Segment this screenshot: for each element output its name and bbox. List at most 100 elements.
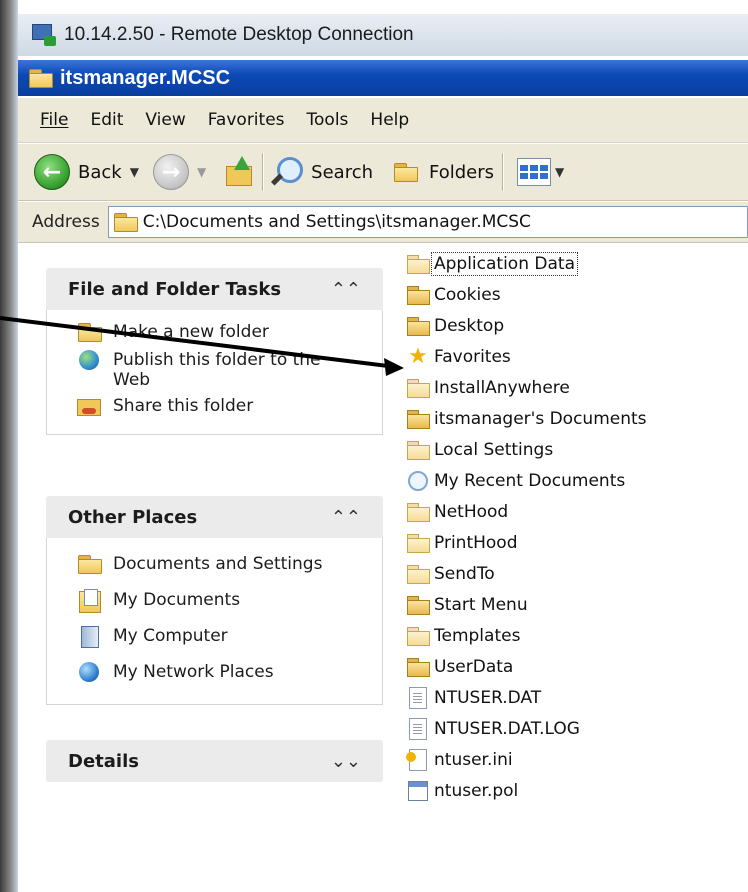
file-name: SendTo [434, 563, 495, 584]
share-folder-icon [77, 396, 103, 418]
remote-desktop-icon [32, 24, 56, 46]
collapse-chevron-icon[interactable]: ⌃⌃ [331, 279, 361, 300]
search-label: Search [311, 161, 374, 183]
list-item[interactable]: Templates [406, 620, 746, 651]
rdp-title-bar[interactable]: 10.14.2.50 - Remote Desktop Connection [18, 14, 748, 56]
file-folder-tasks-panel: File and Folder Tasks ⌃⌃ Make a new fold… [46, 268, 383, 435]
menu-edit[interactable]: Edit [90, 110, 123, 130]
list-item[interactable]: InstallAnywhere [406, 372, 746, 403]
file-name: itsmanager's Documents [434, 408, 647, 429]
back-arrow-icon: ← [34, 154, 70, 190]
file-name: PrintHood [434, 532, 518, 553]
back-button[interactable]: ← Back ▼ [34, 154, 139, 190]
folder-icon [77, 554, 103, 576]
menu-favorites[interactable]: Favorites [208, 110, 285, 130]
list-item[interactable]: UserData [406, 651, 746, 682]
file-name: InstallAnywhere [434, 377, 570, 398]
dat-file-icon [406, 717, 430, 740]
place-label: My Computer [113, 626, 228, 646]
file-name: My Recent Documents [434, 470, 626, 491]
folder-icon [113, 212, 139, 232]
address-field[interactable]: C:\Documents and Settings\itsmanager.MCS… [107, 206, 748, 238]
address-label: Address [32, 212, 100, 232]
folder-icon [406, 594, 430, 616]
place-label: Documents and Settings [113, 554, 323, 574]
place-my-documents[interactable]: My Documents [77, 589, 382, 613]
place-documents-and-settings[interactable]: Documents and Settings [77, 554, 382, 576]
rdp-title-text: 10.14.2.50 - Remote Desktop Connection [64, 24, 414, 45]
list-item[interactable]: NTUSER.DAT [406, 682, 746, 713]
file-name: UserData [434, 656, 514, 677]
list-item[interactable]: ntuser.ini [406, 744, 746, 775]
details-header[interactable]: Details ⌄⌄ [46, 740, 383, 782]
list-item[interactable]: itsmanager's Documents [406, 403, 746, 434]
folders-button[interactable]: Folders [393, 162, 494, 183]
file-name: Favorites [434, 346, 511, 367]
task-share-folder[interactable]: Share this folder [77, 396, 382, 418]
file-name: ntuser.ini [434, 749, 513, 770]
up-folder-icon [224, 156, 254, 188]
list-item[interactable]: Desktop [406, 310, 746, 341]
toolbar-separator [502, 153, 504, 191]
place-my-network-places[interactable]: My Network Places [77, 662, 382, 684]
folder-icon [406, 377, 430, 399]
explorer-title-bar[interactable]: itsmanager.MCSC [18, 60, 748, 96]
other-places-title: Other Places [68, 506, 198, 528]
task-publish-folder-web[interactable]: Publish this folder to the Web [77, 350, 382, 390]
file-folder-tasks-header[interactable]: File and Folder Tasks ⌃⌃ [46, 268, 383, 310]
screenshot-frame: 10.14.2.50 - Remote Desktop Connection i… [0, 0, 748, 892]
folder-icon [406, 315, 430, 337]
menu-tools[interactable]: Tools [307, 110, 349, 130]
list-item[interactable]: ntuser.pol [406, 775, 746, 806]
list-item[interactable]: SendTo [406, 558, 746, 589]
list-item[interactable]: Application Data [406, 248, 746, 279]
menu-view[interactable]: View [145, 110, 185, 130]
explorer-title-text: itsmanager.MCSC [60, 66, 231, 89]
place-my-computer[interactable]: My Computer [77, 626, 382, 648]
expand-chevron-icon[interactable]: ⌄⌄ [331, 751, 361, 772]
folder-icon [406, 656, 430, 678]
my-computer-icon [77, 626, 103, 648]
views-button[interactable]: ▼ [517, 158, 564, 186]
folder-icon [28, 68, 54, 88]
other-places-body: Documents and Settings My Documents My C… [46, 538, 383, 705]
collapse-chevron-icon[interactable]: ⌃⌃ [331, 507, 361, 528]
my-network-places-icon [77, 662, 103, 684]
file-name: NetHood [434, 501, 509, 522]
task-pane: File and Folder Tasks ⌃⌃ Make a new fold… [18, 243, 398, 892]
up-folder-button[interactable] [224, 156, 254, 188]
task-make-new-folder[interactable]: Make a new folder [77, 322, 382, 344]
menu-file[interactable]: File [40, 110, 68, 130]
back-dropdown-icon[interactable]: ▼ [130, 165, 139, 179]
forward-button[interactable]: → ▼ [152, 154, 206, 190]
file-name: ntuser.pol [434, 780, 519, 801]
menu-help[interactable]: Help [370, 110, 409, 130]
list-item[interactable]: NTUSER.DAT.LOG [406, 713, 746, 744]
toolbar: ← Back ▼ → ▼ Search Folders ▼ [18, 144, 748, 201]
publish-web-icon [77, 350, 103, 372]
list-item[interactable]: Start Menu [406, 589, 746, 620]
my-documents-icon [77, 589, 103, 613]
star-icon: ★ [408, 343, 428, 369]
list-item[interactable]: Cookies [406, 279, 746, 310]
file-folder-tasks-title: File and Folder Tasks [68, 278, 282, 300]
ini-file-icon [406, 748, 430, 771]
list-item[interactable]: ★ Favorites [406, 341, 746, 372]
file-name: Desktop [434, 315, 505, 336]
views-icon [517, 158, 552, 186]
folder-icon [406, 439, 430, 461]
forward-dropdown-icon[interactable]: ▼ [197, 165, 206, 179]
list-item[interactable]: My Recent Documents [406, 465, 746, 496]
other-places-header[interactable]: Other Places ⌃⌃ [46, 496, 383, 538]
list-item[interactable]: PrintHood [406, 527, 746, 558]
details-panel: Details ⌄⌄ [46, 740, 383, 782]
views-dropdown-icon[interactable]: ▼ [555, 165, 564, 179]
outer-window-border [0, 0, 18, 892]
list-item[interactable]: NetHood [406, 496, 746, 527]
other-places-panel: Other Places ⌃⌃ Documents and Settings M… [46, 496, 383, 705]
list-item[interactable]: Local Settings [406, 434, 746, 465]
toolbar-separator [262, 153, 264, 191]
search-button[interactable]: Search [271, 157, 373, 187]
dat-file-icon [406, 686, 430, 709]
file-name: NTUSER.DAT [434, 687, 542, 708]
